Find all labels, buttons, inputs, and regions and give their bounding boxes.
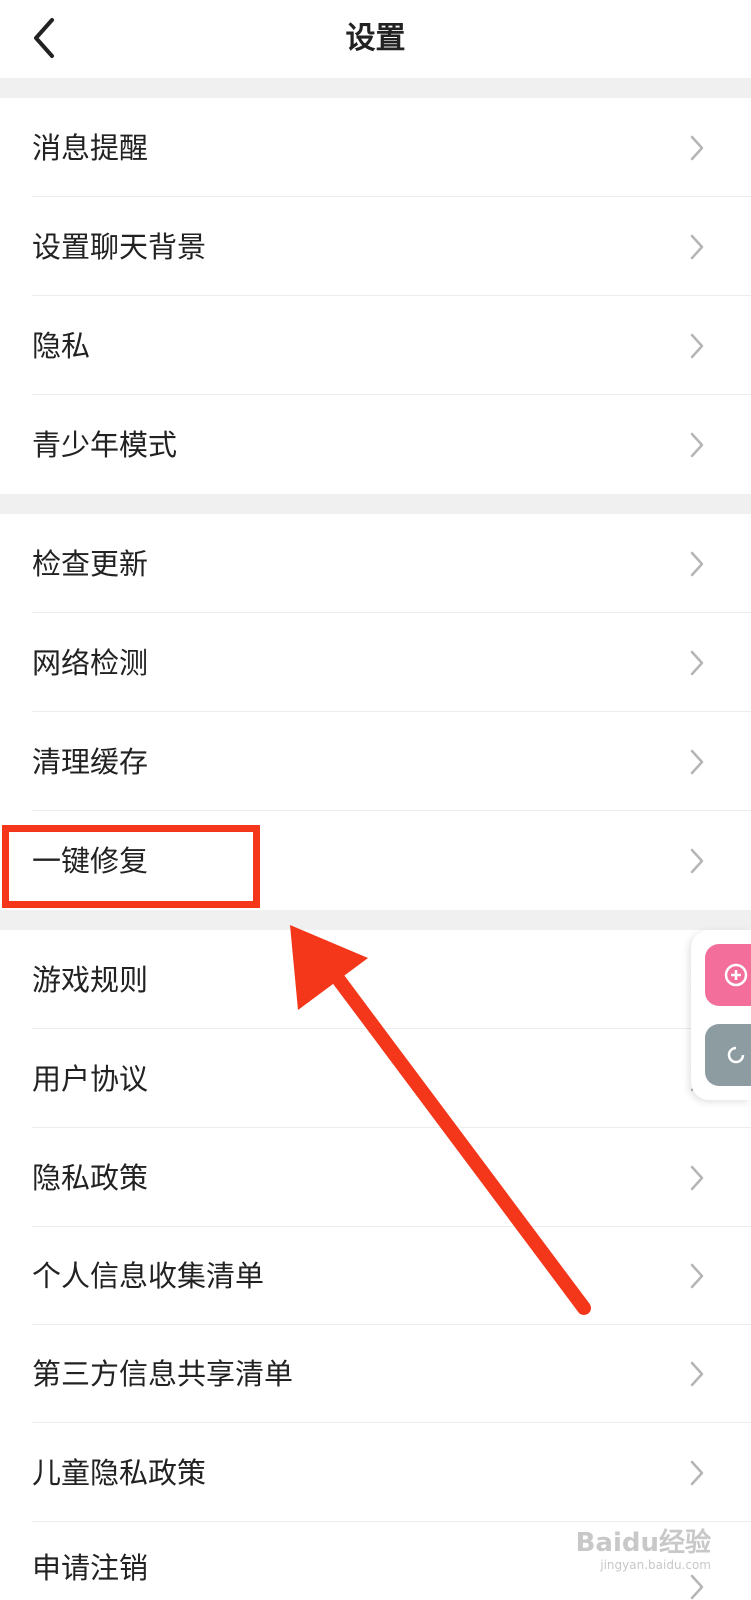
top-nav-bar: 设置 <box>0 0 751 78</box>
section-gap <box>0 910 751 930</box>
floating-pink-button[interactable] <box>705 944 751 1006</box>
chevron-right-icon <box>690 848 704 873</box>
chevron-right-icon <box>690 1361 704 1387</box>
settings-item-label: 清理缓存 <box>32 744 149 779</box>
floating-toolbar <box>691 930 751 1100</box>
settings-item-label: 隐私政策 <box>32 1160 149 1195</box>
settings-item-message-reminder[interactable]: 消息提醒 <box>0 98 751 197</box>
settings-item-chat-background[interactable]: 设置聊天背景 <box>0 197 751 296</box>
page-title: 设置 <box>345 21 406 56</box>
watermark-sub: jingyan.baidu.com <box>600 1558 711 1572</box>
settings-item-label: 用户协议 <box>32 1061 149 1096</box>
settings-item-label: 青少年模式 <box>32 427 178 462</box>
settings-item-label: 隐私 <box>32 328 91 363</box>
settings-item-label: 检查更新 <box>32 546 149 581</box>
chevron-right-icon <box>690 333 704 358</box>
settings-item-label: 设置聊天背景 <box>32 229 207 264</box>
settings-item-privacy-policy[interactable]: 隐私政策 <box>0 1128 751 1227</box>
settings-item-check-update[interactable]: 检查更新 <box>0 514 751 613</box>
plus-circle-icon <box>724 963 748 987</box>
refresh-icon <box>727 1046 745 1064</box>
settings-item-label: 消息提醒 <box>32 130 149 165</box>
chevron-right-icon <box>690 1263 704 1289</box>
settings-item-network-check[interactable]: 网络检测 <box>0 613 751 712</box>
chevron-right-icon <box>690 749 704 774</box>
chevron-right-icon <box>690 135 704 160</box>
settings-item-label: 第三方信息共享清单 <box>32 1357 294 1391</box>
chevron-right-icon <box>690 551 704 576</box>
settings-item-third-party-sharing-list[interactable]: 第三方信息共享清单 <box>0 1325 751 1423</box>
section-gap <box>0 78 751 98</box>
chevron-right-icon <box>690 234 704 259</box>
settings-item-user-agreement[interactable]: 用户协议 <box>0 1029 751 1128</box>
settings-item-personal-info-list[interactable]: 个人信息收集清单 <box>0 1227 751 1325</box>
settings-item-label: 游戏规则 <box>32 962 149 997</box>
chevron-right-icon <box>690 1574 704 1600</box>
settings-item-privacy[interactable]: 隐私 <box>0 296 751 395</box>
floating-gray-button[interactable] <box>705 1024 751 1086</box>
settings-item-game-rules[interactable]: 游戏规则 <box>0 930 751 1029</box>
chevron-right-icon <box>690 1165 704 1190</box>
baidu-watermark: Baidu经验 jingyan.baidu.com <box>576 1528 711 1572</box>
settings-item-one-click-repair[interactable]: 一键修复 <box>0 811 751 910</box>
chevron-right-icon <box>690 1460 704 1485</box>
chevron-right-icon <box>690 650 704 675</box>
watermark-text: Baidu经验 <box>575 1528 711 1558</box>
settings-item-clear-cache[interactable]: 清理缓存 <box>0 712 751 811</box>
settings-item-label: 网络检测 <box>32 645 149 680</box>
section-gap <box>0 494 751 514</box>
settings-item-label: 申请注销 <box>32 1551 149 1585</box>
settings-item-label: 一键修复 <box>32 843 149 878</box>
chevron-right-icon <box>690 432 704 457</box>
settings-item-teen-mode[interactable]: 青少年模式 <box>0 395 751 494</box>
settings-item-label: 个人信息收集清单 <box>32 1259 265 1293</box>
settings-item-children-privacy-policy[interactable]: 儿童隐私政策 <box>0 1423 751 1522</box>
settings-item-label: 儿童隐私政策 <box>32 1455 207 1490</box>
